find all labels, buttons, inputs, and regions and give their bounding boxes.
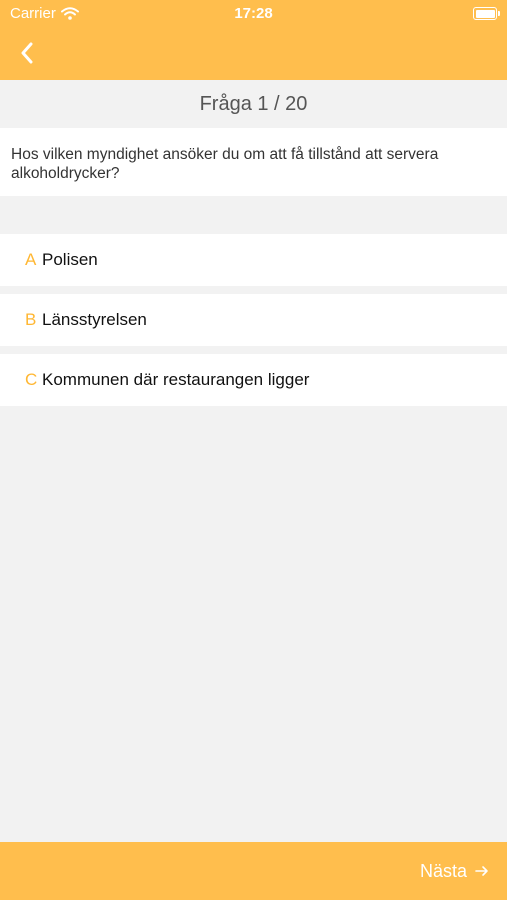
question-counter: Fråga 1 / 20 <box>0 80 507 128</box>
question-card: Hos vilken myndighet ansöker du om att f… <box>0 128 507 196</box>
status-time: 17:28 <box>234 5 273 22</box>
arrow-right-icon <box>475 866 488 876</box>
answer-option-c[interactable]: C Kommunen där restaurangen ligger <box>0 354 507 406</box>
top-bar: Carrier 17:28 <box>0 0 507 80</box>
answer-text: Länsstyrelsen <box>42 310 147 329</box>
answer-letter: C <box>25 370 38 389</box>
question-text: Hos vilken myndighet ansöker du om att f… <box>11 146 439 182</box>
chevron-left-icon <box>21 42 33 64</box>
answer-option-b[interactable]: B Länsstyrelsen <box>0 294 507 346</box>
bottom-bar: Nästa <box>0 842 507 900</box>
answer-option-a[interactable]: A Polisen <box>0 234 507 286</box>
question-counter-label: Fråga 1 / 20 <box>199 92 308 115</box>
answer-text: Polisen <box>42 250 98 269</box>
next-button-label: Nästa <box>419 860 467 881</box>
back-button[interactable] <box>12 38 42 68</box>
next-button[interactable]: Nästa <box>420 842 489 900</box>
answer-text: Kommunen där restaurangen ligger <box>42 370 310 389</box>
battery-icon <box>473 7 500 20</box>
answer-letter: B <box>25 310 37 329</box>
answer-letter: A <box>25 250 37 269</box>
